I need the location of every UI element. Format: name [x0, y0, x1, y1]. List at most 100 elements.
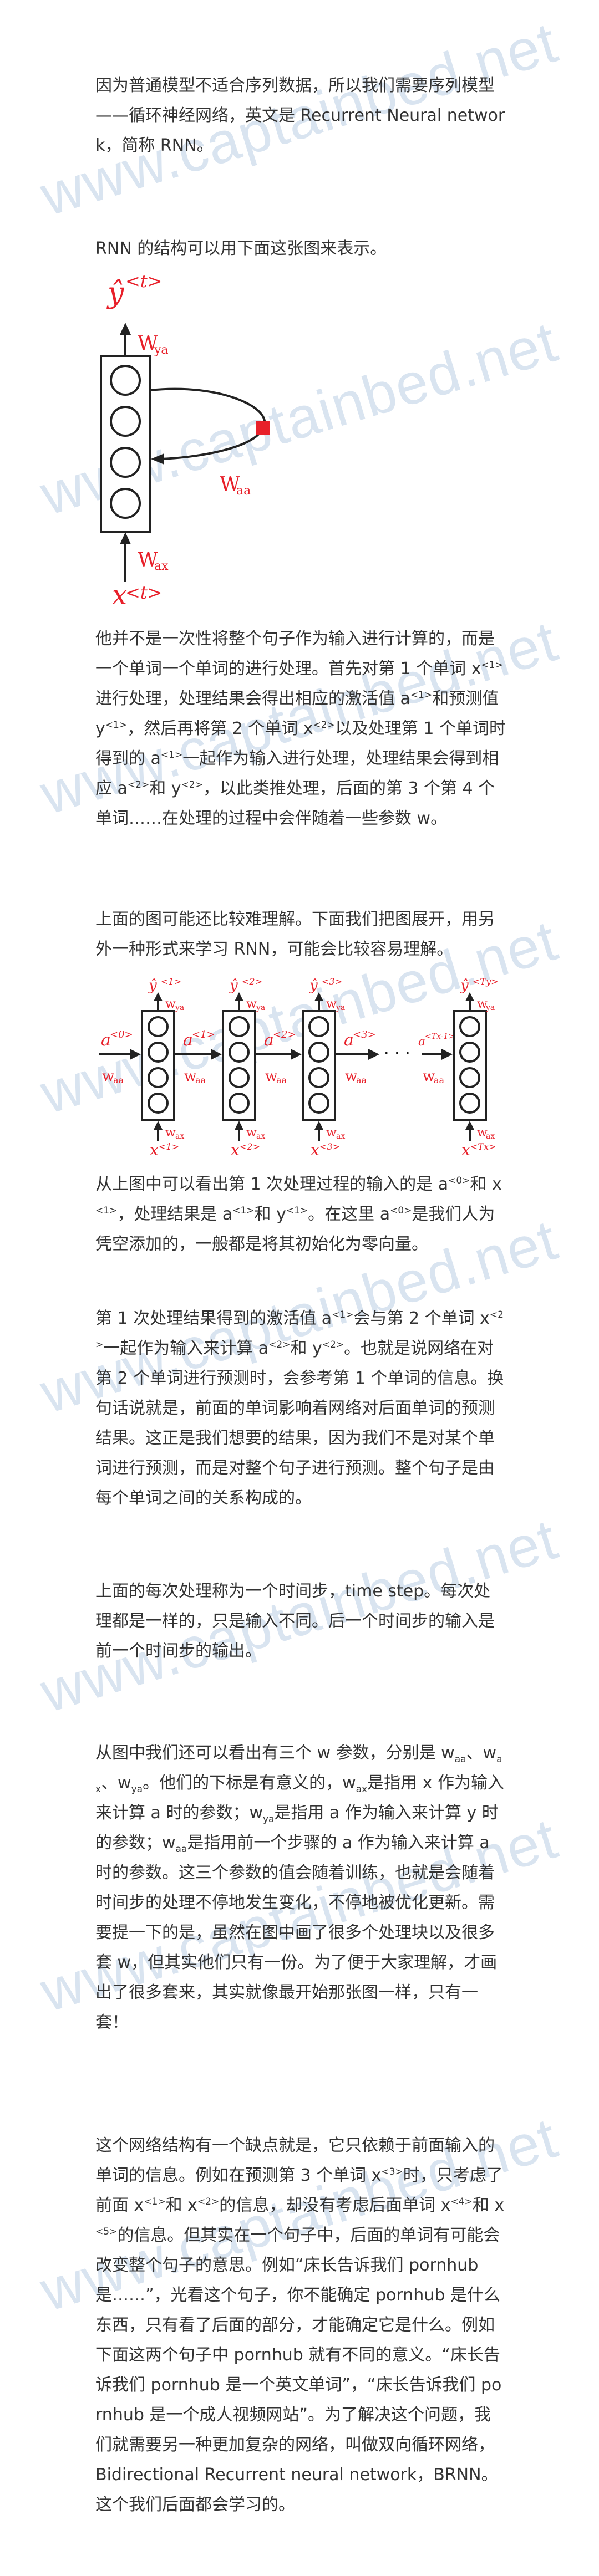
a1-sup: <1> [192, 1029, 215, 1040]
paragraph-diagram-intro: RNN 的结构可以用下面这张图来表示。 [95, 239, 387, 258]
wya-sub: ya [175, 1003, 184, 1012]
neuron [459, 1042, 480, 1063]
a1-arrow-head [211, 1049, 222, 1060]
wax-label: w [246, 1126, 257, 1140]
waa-label-5: w [423, 1068, 435, 1085]
waa-label-2: w [184, 1068, 196, 1085]
y-hat-sup: <Ty> [473, 976, 499, 987]
recurrent-arrow-head [151, 453, 164, 465]
a0-arrow-head [130, 1049, 141, 1060]
waa-sub-4: aa [356, 1075, 367, 1085]
y-hat-label: ŷ [229, 977, 238, 994]
y-hat-label: ŷ [460, 977, 469, 994]
paragraph-time-step: 上面的每次处理称为一个时间步，time step。每次处理都是一样的，只是输入不… [95, 1582, 495, 1661]
input-arrow-head [314, 1121, 323, 1130]
paragraph-parameters: 从图中我们还可以看出有三个 w 参数，分别是 waa、wax、wya。他们的下标… [95, 1743, 504, 2032]
neuron [110, 365, 141, 396]
wax-sub: ax [486, 1132, 495, 1141]
last-arrow-head [441, 1049, 453, 1060]
neuron [308, 1016, 329, 1037]
w-ya-sub: ya [154, 343, 169, 357]
paragraph-limitation: 这个网络结构有一个缺点就是，它只依赖于前面输入的单词的信息。例如在预测第 3 个… [95, 2136, 505, 2514]
time-step-2: ŷ <2> w ya w ax x <2> [222, 976, 265, 1159]
rnn-unrolled-diagram: a <0> w aa ŷ <1> w ya w ax x <1> a <1> w… [99, 976, 499, 1159]
neuron [229, 1016, 250, 1037]
y-hat-sup: <2> [242, 976, 262, 987]
neuron [308, 1042, 329, 1063]
waa-sub-5: aa [434, 1075, 445, 1085]
neuron [148, 1042, 169, 1063]
wya-sub: ya [256, 1003, 265, 1012]
waa-sub-2: aa [195, 1075, 206, 1085]
neuron [148, 1067, 169, 1088]
wya-label: w [165, 997, 176, 1011]
neuron [459, 1067, 480, 1088]
a-last-sup: <Tx-1> [425, 1032, 455, 1041]
paragraph-unrolled-intro: 上面的图可能还比较难理解。下面我们把图展开，用另外一种形式来学习 RNN，可能会… [95, 910, 495, 959]
wax-label: w [165, 1126, 176, 1140]
waa-label-4: w [345, 1068, 357, 1085]
neuron [308, 1067, 329, 1088]
neuron [110, 488, 141, 519]
input-arrow-head [235, 1121, 243, 1130]
y-hat-label: ŷ [148, 977, 157, 994]
neuron [308, 1093, 329, 1114]
time-step-1: ŷ <1> w ya w ax x <1> [141, 976, 184, 1159]
x-sup: <3> [319, 1141, 340, 1152]
w-ax-sub: ax [154, 559, 169, 573]
y-hat-label: ŷ [309, 977, 318, 994]
y-hat-sup: <1> [161, 976, 181, 987]
x-label: x [150, 1141, 159, 1159]
a2-arrow-head [291, 1049, 302, 1060]
wax-sub: ax [336, 1132, 345, 1141]
rnn-folded-diagram: ŷ <t> W ya W aa W ax x <t> [100, 271, 270, 611]
paragraph-second-step: 第 1 次处理结果得到的激活值 a<1>会与第 2 个单词 x<2>一起作为输入… [95, 1309, 504, 1508]
paragraph-processing: 他并不是一次性将整个句子作为输入进行计算的，而是一个单词一个单词的进行处理。首先… [95, 629, 506, 828]
input-arrow-head [465, 1121, 474, 1130]
wya-label: w [326, 997, 337, 1011]
diagram-x-sup: <t> [125, 582, 162, 603]
diagram-y-hat-sup: <t> [125, 271, 162, 292]
time-step-last: ŷ <Ty> w ya w ax x <Tx> [453, 976, 499, 1159]
waa-sub-3: aa [276, 1075, 287, 1085]
neuron [110, 447, 141, 478]
waa-label-3: w [265, 1068, 277, 1085]
x-sup: <2> [240, 1141, 260, 1152]
x-label: x [311, 1141, 319, 1159]
neuron [110, 406, 141, 437]
time-step-3: ŷ <3> w ya w ax x <3> [302, 976, 345, 1159]
wya-sub: ya [336, 1003, 345, 1012]
wax-sub: ax [175, 1132, 184, 1141]
article-page: www.captainbed.net www.captainbed.net ww… [0, 0, 599, 2576]
neuron [148, 1093, 169, 1114]
input-arrow-head [120, 532, 131, 544]
a2-sup: <2> [273, 1029, 296, 1040]
neuron [459, 1016, 480, 1037]
recurrent-loop [149, 387, 266, 460]
diagram-y-hat: ŷ [106, 277, 124, 310]
w-aa-sub: aa [236, 484, 251, 498]
neuron [229, 1042, 250, 1063]
waa-sub-1: aa [113, 1075, 124, 1085]
paragraph-intro: 因为普通模型不适合序列数据，所以我们需要序列模型——循环神经网络，英文是 Rec… [95, 76, 505, 155]
a3-sup: <3> [353, 1029, 376, 1040]
ellipsis: · · · [384, 1044, 410, 1063]
x-label: x [231, 1141, 240, 1159]
a0-sup: <0> [110, 1029, 133, 1040]
neuron [459, 1093, 480, 1114]
waa-label-1: w [102, 1068, 114, 1085]
neuron [148, 1016, 169, 1037]
delay-marker [256, 421, 270, 435]
x-sup: <1> [159, 1141, 179, 1152]
paragraph-first-step: 从上图中可以看出第 1 次处理过程的输入的是 a<0>和 x<1>，处理结果是 … [95, 1175, 502, 1254]
input-arrow-head [154, 1121, 163, 1130]
wya-sub: ya [485, 1003, 495, 1012]
neuron [229, 1093, 250, 1114]
x-sup: <Tx> [470, 1141, 496, 1152]
y-hat-sup: <3> [322, 976, 342, 987]
wax-sub: ax [256, 1132, 265, 1141]
output-arrow-head [120, 323, 131, 335]
a3-arrow-head [368, 1049, 379, 1060]
wya-label: w [246, 997, 257, 1011]
wax-label: w [326, 1126, 337, 1140]
